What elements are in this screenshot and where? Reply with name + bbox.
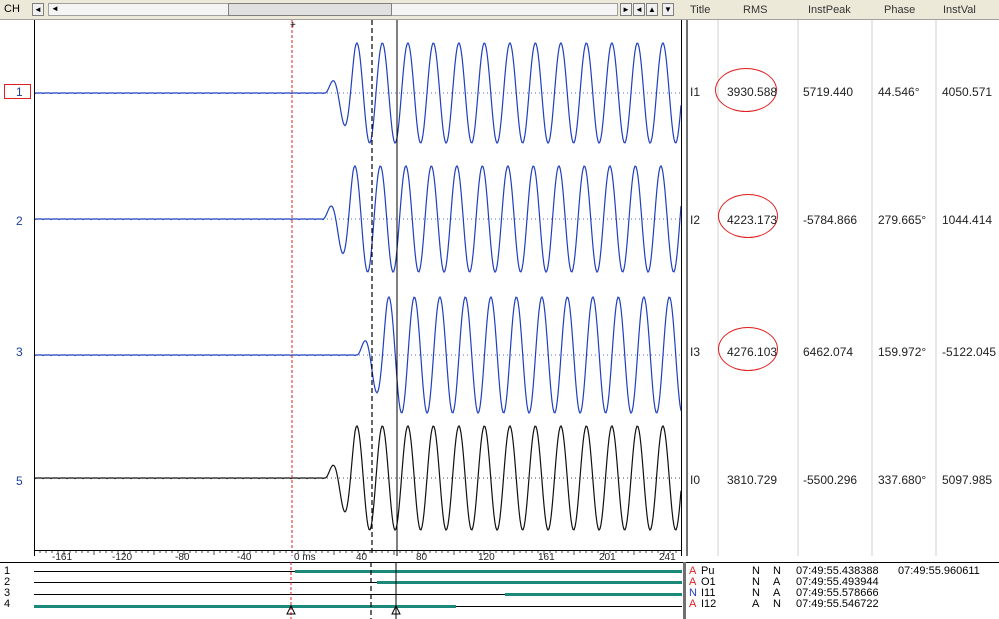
instval-value: 1044.414 bbox=[942, 213, 993, 227]
header-instpeak: InstPeak bbox=[808, 4, 851, 16]
cursor-marker-icon: + bbox=[290, 20, 296, 31]
waveform-trace bbox=[35, 424, 681, 532]
channel-number[interactable]: 3 bbox=[16, 345, 23, 359]
instval-value: -5122.045 bbox=[942, 345, 997, 359]
phase-value: 337.680° bbox=[878, 473, 927, 487]
ch-label: CH bbox=[4, 3, 20, 15]
digital-cursors bbox=[286, 562, 401, 619]
channel-title: I0 bbox=[690, 473, 701, 487]
waveform-canvas: + bbox=[35, 20, 681, 556]
cursor-time: 07:49:55.960611 bbox=[898, 565, 980, 577]
scroll-left-small-button[interactable]: ◄ bbox=[49, 3, 61, 16]
header-phase: Phase bbox=[884, 4, 916, 16]
header-rms: RMS bbox=[743, 4, 768, 16]
waveform-trace bbox=[35, 164, 681, 274]
waveform-plot[interactable]: + bbox=[34, 20, 682, 556]
rms-value: 3810.729 bbox=[727, 473, 778, 487]
phase-value: 44.546° bbox=[878, 85, 920, 99]
channel-title: I3 bbox=[690, 345, 701, 359]
scroll-right-button[interactable]: ► bbox=[620, 3, 632, 16]
instpeak-value: 6462.074 bbox=[803, 345, 854, 359]
time-axis: -161 -120 -80 -40 0 ms 40 80 120 161 201… bbox=[34, 550, 682, 563]
channel-number: 1 bbox=[16, 85, 23, 99]
digital-name: I12 bbox=[701, 598, 717, 610]
channel-title: I2 bbox=[690, 213, 701, 227]
waveform-trace bbox=[35, 41, 681, 145]
scrollbar-thumb[interactable] bbox=[228, 3, 392, 16]
digital-channel-number: 4 bbox=[4, 598, 11, 610]
instval-value: 5097.985 bbox=[942, 473, 993, 487]
header-title: Title bbox=[690, 4, 711, 16]
digital-state: A bbox=[752, 598, 760, 610]
digital-state: N bbox=[773, 598, 781, 610]
scroll-left-button[interactable]: ◄ bbox=[32, 3, 44, 16]
header-instval: InstVal bbox=[943, 4, 976, 16]
nav-down-button[interactable]: ▼ bbox=[662, 3, 674, 16]
digital-time: 07:49:55.546722 bbox=[796, 598, 879, 610]
instpeak-value: 5719.440 bbox=[803, 85, 854, 99]
waveform-trace bbox=[35, 295, 681, 415]
channel-number[interactable]: 2 bbox=[16, 214, 23, 228]
rms-value: 4223.173 bbox=[727, 213, 778, 227]
instpeak-value: -5784.866 bbox=[803, 213, 858, 227]
nav-first-button[interactable]: ◄ bbox=[633, 3, 645, 16]
instpeak-value: -5500.296 bbox=[803, 473, 858, 487]
rms-value: 3930.588 bbox=[727, 85, 778, 99]
phase-value: 279.665° bbox=[878, 213, 927, 227]
channel-title: I1 bbox=[690, 85, 701, 99]
nav-up-button[interactable]: ▲ bbox=[646, 3, 658, 16]
channel-number[interactable]: 5 bbox=[16, 474, 23, 488]
panel-divider[interactable] bbox=[683, 562, 686, 619]
instval-value: 4050.571 bbox=[942, 85, 993, 99]
rms-value: 4276.103 bbox=[727, 345, 778, 359]
phase-value: 159.972° bbox=[878, 345, 927, 359]
digital-flag: A bbox=[689, 598, 697, 610]
